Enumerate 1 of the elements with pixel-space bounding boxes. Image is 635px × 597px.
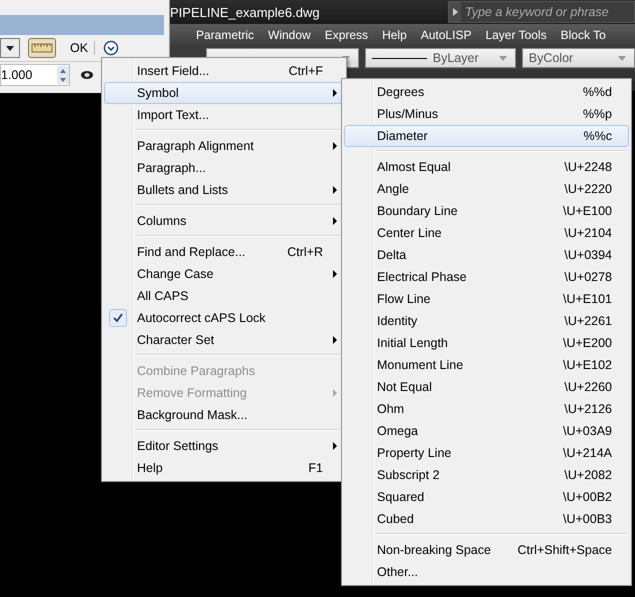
window-title: PIPELINE_example6.dwg <box>170 4 321 20</box>
